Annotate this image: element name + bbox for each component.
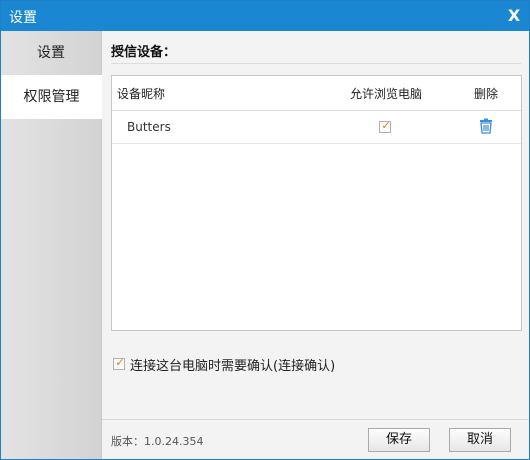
section-divider (111, 63, 521, 64)
device-name-cell: Butters (127, 120, 171, 134)
trash-icon[interactable] (478, 118, 494, 134)
cancel-button[interactable]: 取消 (449, 428, 511, 452)
trusted-devices-table: 设备昵称 允许浏览电脑 删除 Butters ✓ (111, 75, 522, 331)
sidebar-item-permissions[interactable]: 权限管理 (1, 75, 102, 119)
version-label: 版本：1.0.24.354 (111, 435, 204, 448)
connect-confirm-option[interactable]: ✓ 连接这台电脑时需要确认(连接确认) (113, 355, 513, 374)
title-bar[interactable]: 设置 X (1, 1, 529, 31)
connect-confirm-checkbox[interactable]: ✓ (113, 356, 125, 370)
section-title: 授信设备： (111, 45, 177, 60)
sidebar-item-settings[interactable]: 设置 (1, 31, 101, 75)
settings-window: 设置 X 设置 权限管理 授信设备： 设备昵称 允许浏览电脑 删除 Butter… (0, 0, 530, 460)
checkmark-icon: ✓ (115, 356, 125, 369)
sidebar: 设置 权限管理 (1, 31, 102, 459)
footer-divider (102, 419, 529, 420)
allow-browse-checkbox[interactable]: ✓ (379, 119, 391, 133)
table-header: 设备昵称 允许浏览电脑 删除 (112, 76, 521, 111)
window-title: 设置 (9, 10, 37, 26)
close-button[interactable]: X (501, 3, 527, 29)
column-header-allow-browse: 允许浏览电脑 (350, 87, 423, 101)
checkmark-icon: ✓ (381, 119, 391, 132)
save-button[interactable]: 保存 (368, 428, 430, 452)
table-row: Butters ✓ (112, 110, 521, 144)
main-panel: 授信设备： 设备昵称 允许浏览电脑 删除 Butters ✓ ✓ 连接这台电脑时… (102, 31, 529, 459)
column-header-device-name: 设备昵称 (117, 87, 166, 101)
column-header-delete: 删除 (474, 87, 499, 101)
connect-confirm-label[interactable]: 连接这台电脑时需要确认(连接确认) (130, 355, 335, 374)
